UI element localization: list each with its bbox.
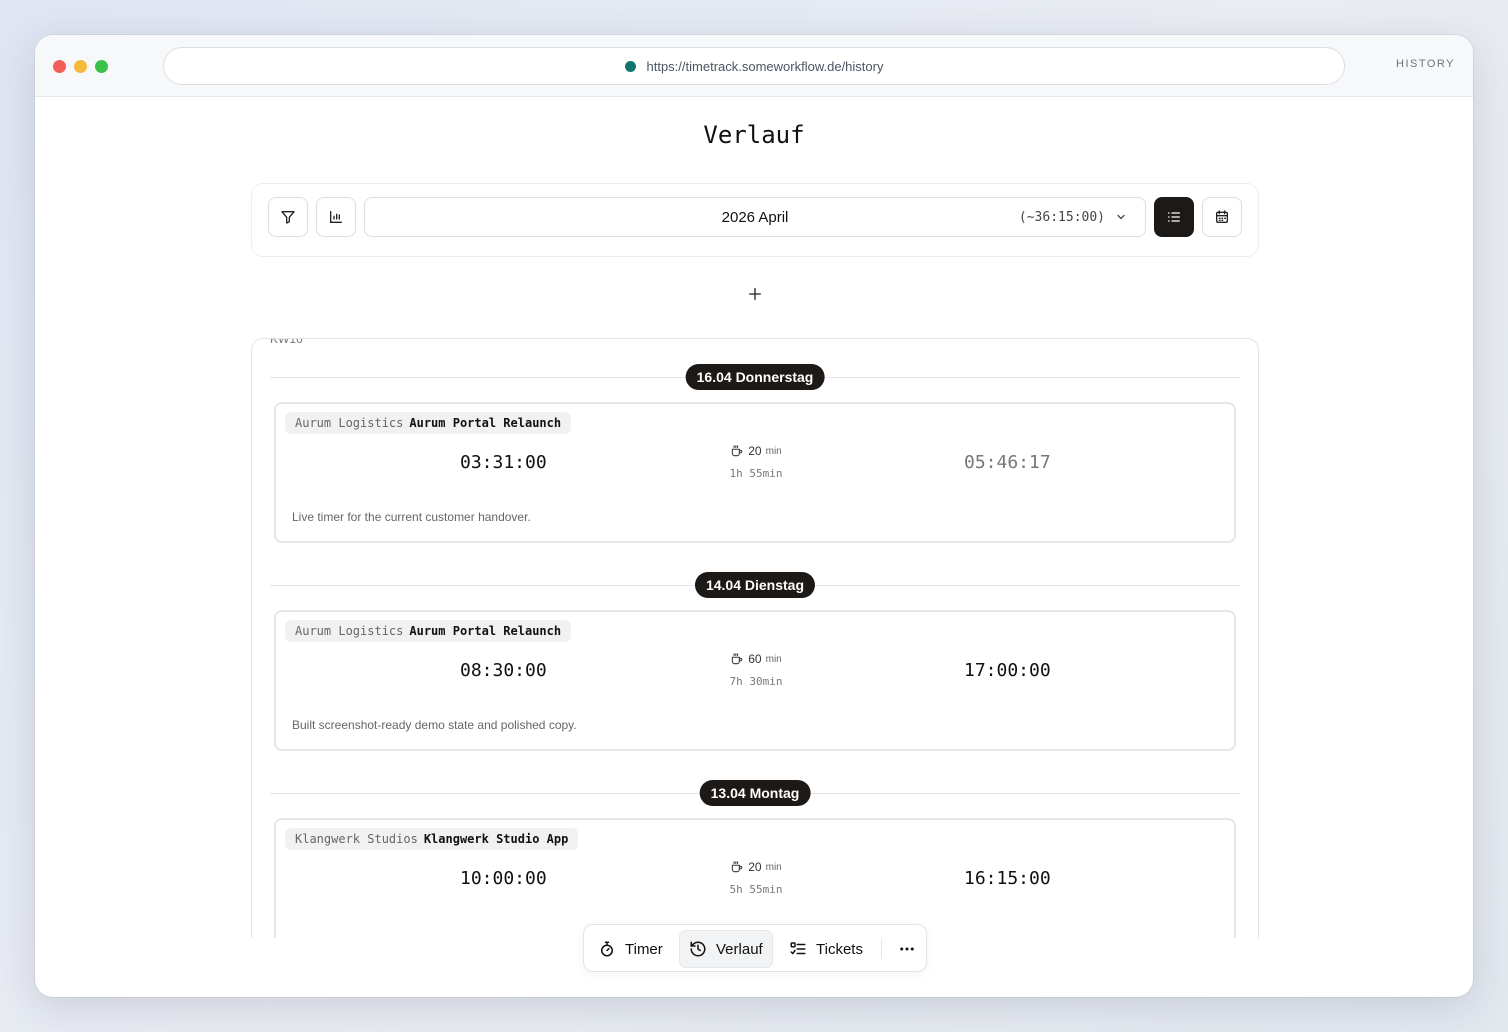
calendar-view-button[interactable] [1202,197,1242,237]
coffee-icon [732,653,743,665]
time-entry[interactable]: Aurum Logistics Aurum Portal Relaunch 08:… [274,610,1236,751]
end-time: 17:00:00 [964,660,1051,681]
chevron-down-icon [1117,214,1125,220]
month-total: (~36:15:00) [1018,209,1105,225]
start-time: 08:30:00 [460,660,547,681]
entry-note: Built screenshot-ready demo state and po… [292,718,577,732]
end-time: 05:46:17 [964,452,1051,473]
time-entry[interactable]: Klangwerk Studios Klangwerk Studio App 10… [274,818,1236,938]
maximize-window-button[interactable] [95,60,108,73]
calendar-icon [1216,210,1228,223]
close-window-button[interactable] [53,60,66,73]
browser-titlebar: https://timetrack.someworkflow.de/histor… [35,35,1473,97]
start-time: 10:00:00 [460,868,547,889]
url-text: https://timetrack.someworkflow.de/histor… [646,58,884,74]
nav-history[interactable]: Verlauf [679,930,773,968]
client-name: Klangwerk Studios [295,832,418,846]
browser-window: https://timetrack.someworkflow.de/histor… [35,35,1473,997]
project-tag: Aurum Logistics Aurum Portal Relaunch [285,620,572,642]
project-tag: Aurum Logistics Aurum Portal Relaunch [285,412,572,434]
client-name: Aurum Logistics [295,416,404,430]
break-unit: min [765,445,782,457]
bottom-navigation: Timer Verlauf Tickets [583,924,927,972]
checklist-icon [790,942,806,955]
break-unit: min [765,653,782,665]
coffee-icon [732,861,743,873]
statistics-button[interactable] [316,197,356,237]
project-name: Klangwerk Studio App [423,832,569,846]
work-duration: 1h 55min [729,467,783,480]
start-time: 03:31:00 [460,452,547,473]
add-entry-button[interactable] [740,279,770,309]
work-duration: 7h 30min [729,675,783,688]
work-duration: 5h 55min [729,883,783,896]
nav-timer[interactable]: Timer [589,930,672,968]
filter-button[interactable] [268,197,308,237]
day-badge: 16.04 Donnerstag [685,364,825,390]
more-icon [900,947,914,951]
week-label: KW16 [270,338,303,346]
site-status-icon [624,60,636,72]
break-duration-block: 20 min 1h 55min [696,444,816,480]
more-menu-button[interactable] [889,930,925,968]
nav-timer-label: Timer [625,940,663,958]
nav-history-label: Verlauf [716,940,763,958]
end-time: 16:15:00 [964,868,1051,889]
nav-tickets-label: Tickets [816,940,863,958]
time-entry[interactable]: Aurum Logistics Aurum Portal Relaunch 03:… [274,402,1236,543]
break-duration-block: 60 min 7h 30min [696,652,816,688]
entry-note: Live timer for the current customer hand… [292,510,531,524]
project-tag: Klangwerk Studios Klangwerk Studio App [285,828,579,850]
minimize-window-button[interactable] [74,60,87,73]
break-value: 20 [748,860,762,874]
nav-divider [881,939,882,959]
list-view-button[interactable] [1154,197,1194,237]
stopwatch-icon [601,941,613,957]
break-value: 60 [748,652,762,666]
history-toolbar: 2026 April (~36:15:00) [251,183,1259,257]
project-name: Aurum Portal Relaunch [409,416,562,430]
bar-chart-icon [330,211,342,223]
address-bar[interactable]: https://timetrack.someworkflow.de/histor… [163,47,1345,85]
window-label: HISTORY [1396,58,1455,70]
day-badge: 14.04 Dienstag [694,572,816,598]
filter-icon [281,211,295,224]
break-duration-block: 20 min 5h 55min [696,860,816,896]
break-unit: min [765,861,782,873]
nav-tickets[interactable]: Tickets [780,930,872,968]
week-group: KW16 16.04 Donnerstag Aurum Logistics Aur… [251,338,1259,938]
month-select[interactable]: 2026 April (~36:15:00) [364,197,1146,237]
break-value: 20 [748,444,762,458]
plus-icon [749,288,761,300]
coffee-icon [732,445,743,457]
day-badge: 13.04 Montag [699,780,811,806]
list-icon [1168,212,1180,222]
client-name: Aurum Logistics [295,624,404,638]
history-icon [690,941,706,957]
project-name: Aurum Portal Relaunch [409,624,562,638]
page-title: Verlauf [703,121,805,149]
